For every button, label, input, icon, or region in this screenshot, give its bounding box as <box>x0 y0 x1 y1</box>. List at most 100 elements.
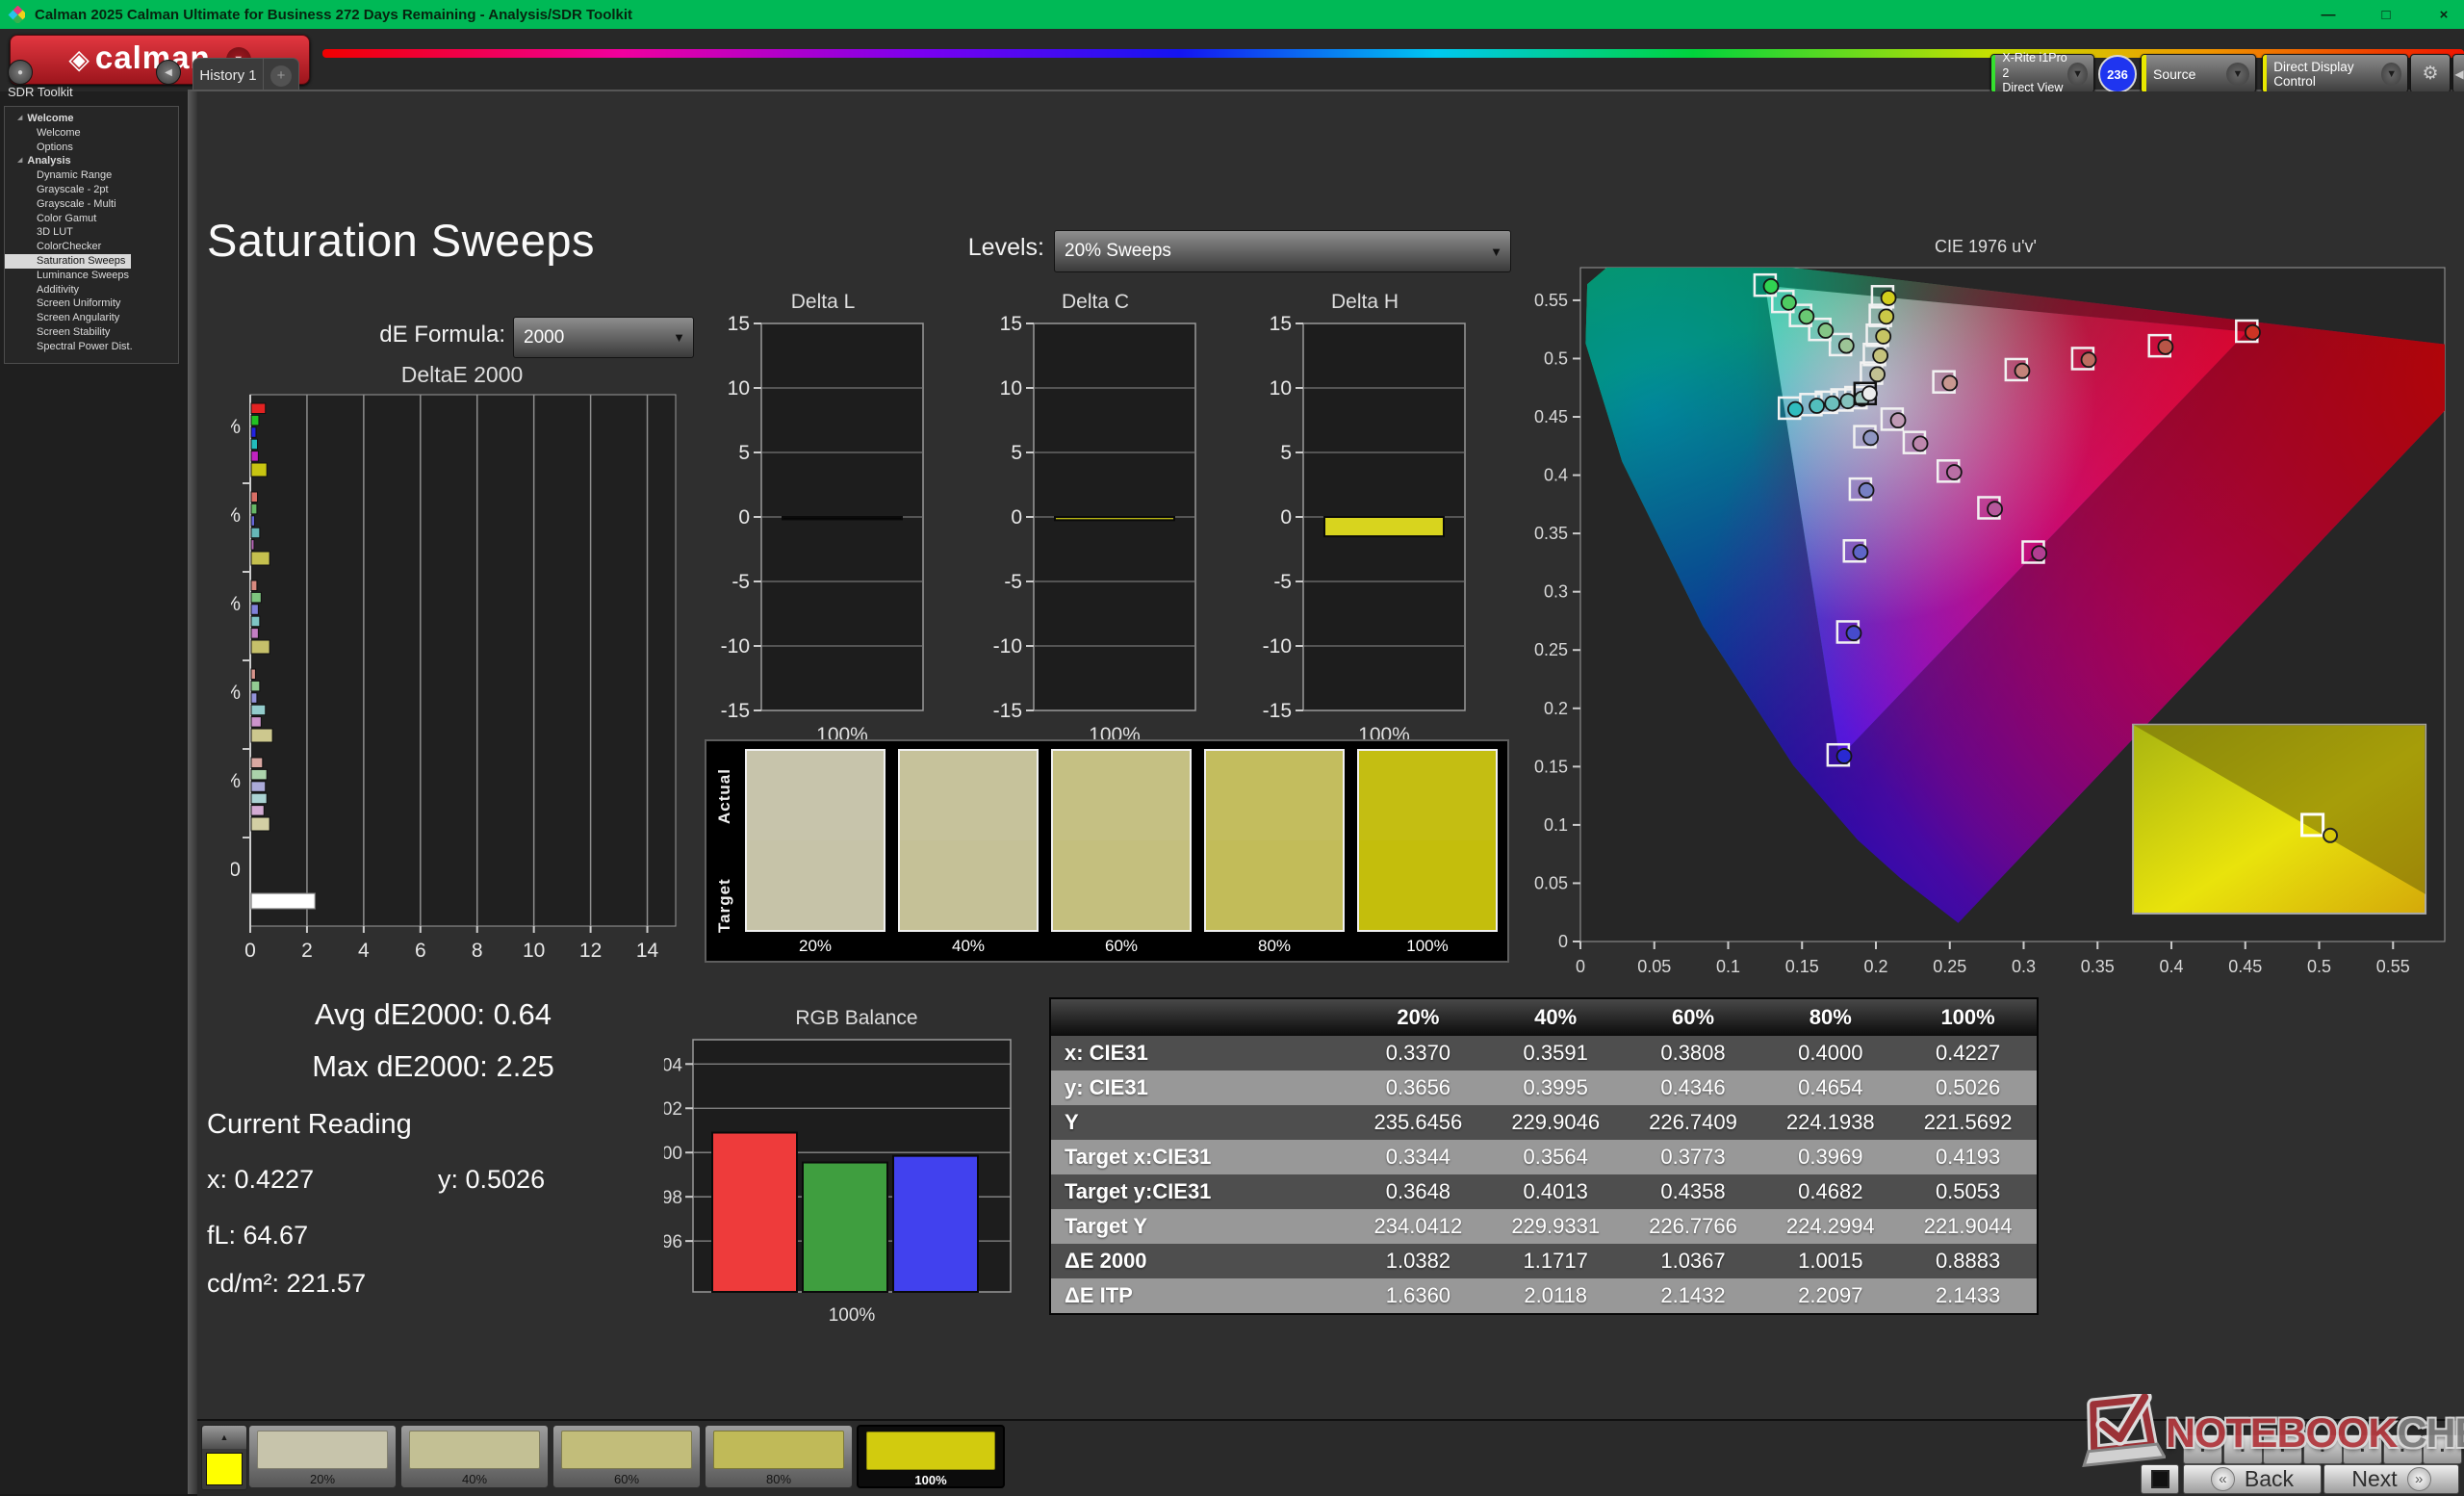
pattern-label: 40% <box>401 1472 548 1486</box>
svg-text:0.25: 0.25 <box>1534 640 1568 659</box>
levels-select[interactable]: 20% Sweeps ▼ <box>1054 230 1511 272</box>
table-value-cell: 1.0367 <box>1625 1244 1762 1278</box>
chevron-down-icon: ▼ <box>673 330 685 345</box>
svg-text:0.05: 0.05 <box>1637 957 1671 976</box>
pattern-expander-tile[interactable]: ▲ <box>201 1425 247 1490</box>
collapse-panel-button[interactable]: ◀ <box>2452 54 2464 93</box>
calman-diamond-icon: ◈ <box>68 46 90 73</box>
gear-icon: ⚙ <box>2422 63 2438 85</box>
chevron-down-icon[interactable]: ▼ <box>2226 63 2249 86</box>
pattern-button-100%[interactable]: 100% <box>857 1425 1005 1488</box>
workflow-dot-button[interactable]: ● <box>8 60 33 85</box>
settings-button[interactable]: ⚙ <box>2410 54 2451 93</box>
transport-icon: ▪ <box>2280 1443 2284 1457</box>
display-control-button[interactable]: Direct Display Control ▼ <box>2262 54 2408 93</box>
swatch-box-100% <box>1357 749 1498 932</box>
sidebar-item-welcome[interactable]: ◢Welcome <box>5 112 178 126</box>
sidebar-item-luminance-sweeps[interactable]: Luminance Sweeps <box>5 269 178 283</box>
add-tab-button[interactable]: + <box>263 58 299 92</box>
table-row-label: ΔE 2000 <box>1051 1244 1349 1278</box>
transport-button-6[interactable]: ▪ <box>2383 1434 2423 1464</box>
sidebar-item-label: Screen Angularity <box>37 311 119 325</box>
transport-button-2[interactable]: ▪ <box>2223 1434 2263 1464</box>
stop-button[interactable] <box>2141 1464 2179 1494</box>
sidebar-item-analysis[interactable]: ◢Analysis <box>5 154 178 168</box>
tree-expand-icon[interactable]: ◢ <box>17 154 22 168</box>
back-button[interactable]: « Back <box>2183 1464 2322 1494</box>
pattern-swatch <box>713 1431 844 1469</box>
next-button[interactable]: Next » <box>2323 1464 2459 1494</box>
menu-bar <box>0 29 2464 91</box>
transport-button-5[interactable]: ▪ <box>2343 1434 2382 1464</box>
sidebar-item-colorchecker[interactable]: ColorChecker <box>5 240 178 254</box>
tab-history-1[interactable]: History 1 <box>192 58 264 92</box>
svg-text:0: 0 <box>244 940 256 962</box>
table-value-cell: 234.0412 <box>1349 1209 1487 1244</box>
table-value-cell: 2.1433 <box>1899 1278 2037 1313</box>
sidebar-item-label: Spectral Power Dist. <box>37 340 133 354</box>
sidebar-item-saturation-sweeps[interactable]: Saturation Sweeps <box>5 254 131 269</box>
de-formula-select[interactable]: 2000 ▼ <box>513 317 694 358</box>
table-value-cell: 1.6360 <box>1349 1278 1487 1313</box>
svg-text:14: 14 <box>636 940 659 962</box>
table-value-cell: 226.7409 <box>1625 1105 1762 1140</box>
pattern-button-40%[interactable]: 40% <box>400 1425 549 1488</box>
svg-text:102: 102 <box>664 1099 682 1120</box>
page-title: Saturation Sweeps <box>207 214 595 267</box>
levels-label: Levels: <box>914 234 1044 262</box>
transport-icon: ▪ <box>2321 1443 2324 1457</box>
sidebar-item-3d-lut[interactable]: 3D LUT <box>5 225 178 240</box>
back-label: Back <box>2245 1466 2294 1492</box>
transport-button-1[interactable]: ▪ <box>2183 1434 2222 1464</box>
sidebar-item-spectral-power-dist-[interactable]: Spectral Power Dist. <box>5 340 178 354</box>
sidebar-item-additivity[interactable]: Additivity <box>5 283 178 297</box>
sidebar-item-label: Saturation Sweeps <box>37 254 125 269</box>
sidebar-item-grayscale-2pt[interactable]: Grayscale - 2pt <box>5 183 178 197</box>
chevron-down-icon[interactable]: ▼ <box>2067 63 2088 86</box>
svg-text:0.55: 0.55 <box>1534 291 1568 310</box>
transport-button-7[interactable]: ▪ <box>2423 1434 2462 1464</box>
reading-y-value: y: 0.5026 <box>438 1165 545 1195</box>
svg-text:20%: 20% <box>231 770 241 792</box>
transport-icon: ▪ <box>2440 1443 2444 1457</box>
table-column-header: 60% <box>1625 999 1762 1036</box>
sidebar-item-screen-angularity[interactable]: Screen Angularity <box>5 311 178 325</box>
pattern-button-20%[interactable]: 20% <box>248 1425 397 1488</box>
target-swatch <box>1206 840 1343 930</box>
sidebar-item-screen-uniformity[interactable]: Screen Uniformity <box>5 297 178 311</box>
close-button[interactable]: × <box>2431 7 2456 23</box>
sidebar-item-screen-stability[interactable]: Screen Stability <box>5 325 178 340</box>
svg-text:15: 15 <box>1270 314 1292 335</box>
chevron-down-icon[interactable]: ▼ <box>2381 63 2401 86</box>
expand-arrow-icon[interactable]: ▲ <box>202 1426 246 1449</box>
svg-text:98: 98 <box>664 1188 682 1208</box>
sidebar-divider[interactable] <box>188 91 197 1494</box>
transport-button-4[interactable]: ▪ <box>2303 1434 2343 1464</box>
meter-status-bar <box>1991 55 1995 92</box>
sidebar-item-color-gamut[interactable]: Color Gamut <box>5 212 178 226</box>
table-column-header: 40% <box>1487 999 1625 1036</box>
table-row: Target Y234.0412229.9331226.7766224.2994… <box>1051 1209 2037 1244</box>
source-button[interactable]: Source ▼ <box>2141 54 2256 93</box>
transport-icon: ▪ <box>2200 1443 2204 1457</box>
minimize-button[interactable]: — <box>2316 7 2341 23</box>
pattern-button-80%[interactable]: 80% <box>705 1425 853 1488</box>
transport-button-3[interactable]: ▪ <box>2263 1434 2302 1464</box>
deltae2000-chart: 02468101214100%80%60%40%20%100 <box>231 387 693 965</box>
table-row: Target x:CIE310.33440.35640.37730.39690.… <box>1051 1140 2037 1174</box>
sidebar-item-label: Grayscale - Multi <box>37 197 116 212</box>
meter-button[interactable]: X-Rite i1Pro 2 Direct View ▼ <box>1990 54 2094 93</box>
pattern-label: 60% <box>553 1472 700 1486</box>
table-value-cell: 1.0015 <box>1761 1244 1899 1278</box>
svg-text:0: 0 <box>1011 506 1022 529</box>
sidebar-item-grayscale-multi[interactable]: Grayscale - Multi <box>5 197 178 212</box>
swatch-column-80%: 80% <box>1204 749 1345 961</box>
sidebar-item-welcome[interactable]: Welcome <box>5 126 178 141</box>
sidebar-item-options[interactable]: Options <box>5 141 178 155</box>
sidebar-collapse-button[interactable]: ◀ <box>156 60 181 85</box>
svg-text:-5: -5 <box>1004 571 1022 593</box>
tree-expand-icon[interactable]: ◢ <box>17 112 22 126</box>
sidebar-item-dynamic-range[interactable]: Dynamic Range <box>5 168 178 183</box>
pattern-button-60%[interactable]: 60% <box>552 1425 701 1488</box>
maximize-button[interactable]: □ <box>2374 7 2399 23</box>
